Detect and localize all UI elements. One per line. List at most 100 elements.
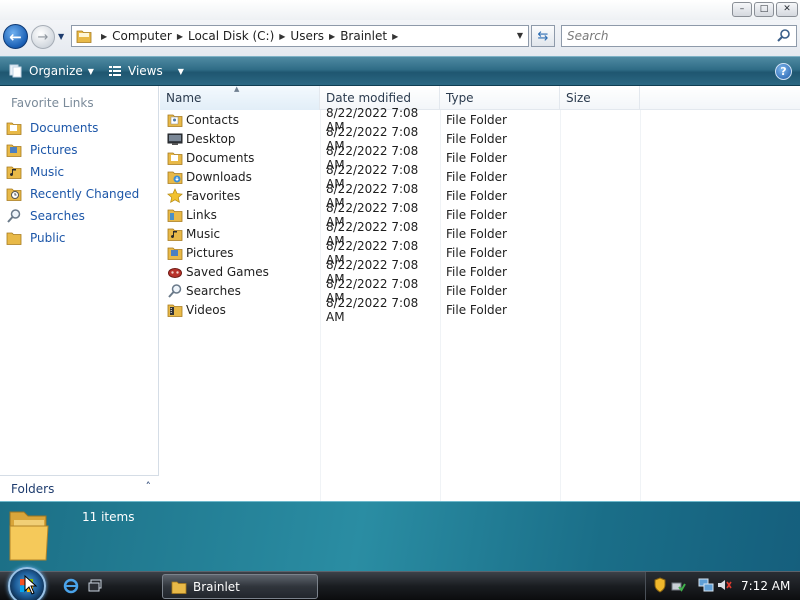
favorites-star-icon: [167, 187, 183, 204]
favorite-links-heading: Favorite Links: [11, 96, 94, 110]
internet-explorer-icon[interactable]: [62, 577, 80, 595]
chevron-down-icon: ▼: [87, 66, 94, 76]
clock[interactable]: 7:12 AM: [741, 579, 790, 593]
system-tray: 7:12 AM: [645, 572, 800, 600]
search-icon: [167, 283, 183, 299]
search-input[interactable]: [567, 29, 767, 43]
column-divider: [640, 110, 641, 501]
taskbar-window-brainlet[interactable]: Brainlet: [162, 574, 318, 599]
forward-button[interactable]: →: [31, 25, 55, 49]
command-bar: Organize ▼ Views ▼ ?: [0, 56, 800, 86]
file-type: File Folder: [446, 150, 507, 165]
breadcrumb-separator[interactable]: ▶: [392, 32, 398, 41]
network-icon[interactable]: [698, 577, 714, 593]
file-type: File Folder: [446, 283, 507, 298]
file-type: File Folder: [446, 131, 507, 146]
navigation-pane: Favorite Links Documents Pictures Music …: [0, 86, 159, 501]
refresh-icon: ⇆: [537, 28, 549, 44]
column-header-type[interactable]: Type: [440, 86, 560, 110]
videos-folder-icon: [167, 302, 183, 318]
nav-item-label: Searches: [30, 209, 85, 223]
minimize-icon: –: [739, 4, 745, 14]
search-icon: [5, 208, 22, 225]
search-icon[interactable]: [776, 28, 792, 44]
column-header-name[interactable]: ▲ Name: [160, 85, 320, 110]
file-type: File Folder: [446, 188, 507, 203]
nav-item-label: Pictures: [30, 143, 78, 157]
recent-folder-icon: [5, 186, 22, 203]
nav-item-recently-changed[interactable]: Recently Changed: [5, 184, 139, 204]
help-button[interactable]: ?: [775, 63, 792, 80]
close-button[interactable]: ✕: [776, 2, 798, 17]
column-header-size[interactable]: Size: [560, 86, 640, 110]
maximize-button[interactable]: □: [754, 2, 774, 17]
security-shield-icon[interactable]: [652, 577, 668, 593]
file-type: File Folder: [446, 112, 507, 127]
breadcrumb-users[interactable]: Users: [290, 29, 324, 43]
file-type: File Folder: [446, 207, 507, 222]
breadcrumb-separator[interactable]: ▶: [279, 32, 285, 41]
details-pane: 11 items: [0, 501, 800, 571]
chevron-up-icon[interactable]: ˄: [146, 480, 152, 493]
breadcrumb-separator[interactable]: ▶: [177, 32, 183, 41]
forward-arrow-icon: →: [37, 29, 49, 45]
nav-item-label: Public: [30, 231, 66, 245]
nav-item-label: Recently Changed: [30, 187, 140, 201]
desktop-icon: [167, 131, 183, 147]
documents-folder-icon: [5, 120, 22, 137]
nav-item-public[interactable]: Public: [5, 228, 66, 248]
file-name: Pictures: [186, 245, 234, 260]
nav-item-documents[interactable]: Documents: [5, 118, 98, 138]
back-button[interactable]: ←: [3, 24, 28, 49]
table-row[interactable]: Videos 8/22/2022 7:08 AM File Folder: [160, 296, 640, 324]
breadcrumb-brainlet[interactable]: Brainlet: [340, 29, 387, 43]
file-type: File Folder: [446, 302, 507, 317]
file-name: Favorites: [186, 188, 241, 203]
downloads-folder-icon: [167, 169, 183, 185]
column-header-label: Date modified: [326, 91, 412, 105]
organize-label: Organize: [29, 64, 83, 78]
music-folder-icon: [5, 164, 22, 181]
pictures-folder-icon: [167, 245, 183, 261]
folder-icon: [5, 230, 22, 247]
safely-remove-icon[interactable]: [670, 577, 686, 593]
switch-windows-icon[interactable]: [86, 577, 104, 595]
file-name: Contacts: [186, 112, 239, 127]
contacts-icon: [167, 112, 183, 128]
music-folder-icon: [167, 226, 183, 242]
column-header-label: Type: [446, 91, 474, 105]
address-bar[interactable]: ▶ Computer ▶ Local Disk (C:) ▶ Users ▶ B…: [71, 25, 529, 47]
breadcrumb-local-disk[interactable]: Local Disk (C:): [188, 29, 274, 43]
maximize-icon: □: [759, 4, 769, 14]
organize-button[interactable]: Organize ▼: [8, 63, 94, 79]
item-count: 11 items: [82, 510, 135, 524]
views-button[interactable]: Views ▼: [107, 63, 184, 79]
pictures-folder-icon: [5, 142, 22, 159]
sort-ascending-icon: ▲: [234, 85, 240, 93]
breadcrumb-separator[interactable]: ▶: [101, 32, 107, 41]
file-type: File Folder: [446, 226, 507, 241]
title-bar: – □ ✕: [0, 0, 800, 20]
volume-muted-icon[interactable]: [716, 577, 732, 593]
file-rows: Contacts 8/22/2022 7:08 AM File Folder D…: [160, 106, 640, 324]
address-dropdown[interactable]: ▼: [517, 31, 523, 40]
refresh-button[interactable]: ⇆: [531, 25, 555, 47]
breadcrumb-separator[interactable]: ▶: [329, 32, 335, 41]
window-controls: – □ ✕: [732, 2, 798, 17]
minimize-button[interactable]: –: [732, 2, 752, 17]
folders-toggle[interactable]: Folders ˄: [0, 475, 159, 501]
nav-item-pictures[interactable]: Pictures: [5, 140, 78, 160]
nav-item-label: Documents: [30, 121, 99, 135]
address-row: ← → ▼ ▶ Computer ▶ Local Disk (C:) ▶ Use…: [0, 20, 800, 56]
nav-item-music[interactable]: Music: [5, 162, 64, 182]
recent-pages-dropdown[interactable]: ▼: [58, 32, 64, 41]
breadcrumb-computer[interactable]: Computer: [112, 29, 172, 43]
help-icon: ?: [780, 65, 787, 78]
mouse-cursor-icon: [24, 575, 38, 595]
folder-icon: [76, 30, 92, 43]
taskbar-window-label: Brainlet: [193, 579, 240, 594]
organize-icon: [9, 64, 22, 78]
chevron-down-icon[interactable]: ▼: [178, 67, 184, 76]
search-box[interactable]: [561, 25, 797, 47]
nav-item-searches[interactable]: Searches: [5, 206, 85, 226]
